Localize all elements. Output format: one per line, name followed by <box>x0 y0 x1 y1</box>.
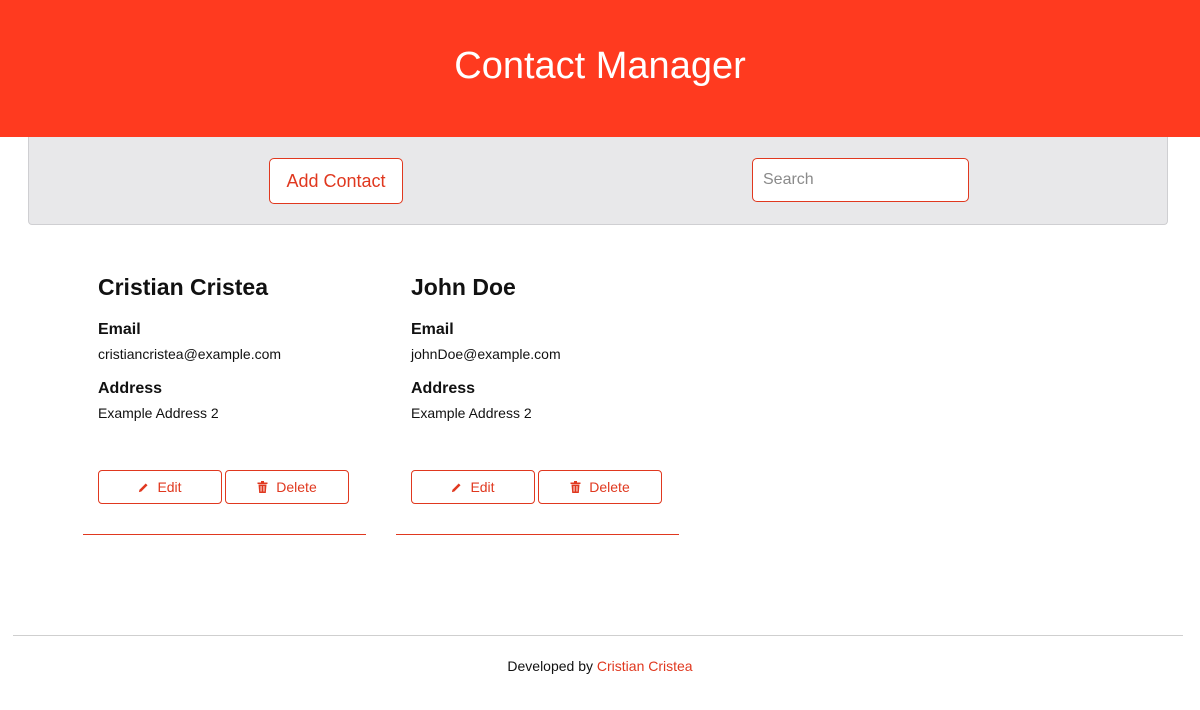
contact-list: Cristian Cristea Email cristiancristea@e… <box>0 0 1200 600</box>
address-label: Address <box>411 380 476 397</box>
email-label: Email <box>411 321 454 338</box>
email-label: Email <box>98 321 141 338</box>
card-actions: Edit Delete <box>411 470 663 504</box>
edit-button[interactable]: Edit <box>98 470 222 504</box>
edit-label: Edit <box>470 479 495 495</box>
email-value: johnDoe@example.com <box>411 346 561 362</box>
card-actions: Edit Delete <box>98 470 350 504</box>
contact-name: John Doe <box>411 274 516 300</box>
address-value: Example Address 2 <box>411 405 532 421</box>
contact-card: John Doe Email johnDoe@example.com Addre… <box>396 262 679 535</box>
pencil-icon <box>139 482 148 492</box>
delete-button[interactable]: Delete <box>225 470 349 504</box>
delete-label: Delete <box>589 479 630 495</box>
contact-name: Cristian Cristea <box>98 274 269 300</box>
trash-icon <box>257 481 268 493</box>
contact-card: Cristian Cristea Email cristiancristea@e… <box>83 262 366 535</box>
footer-prefix: Developed by <box>507 658 594 674</box>
delete-label: Delete <box>276 479 317 495</box>
email-value: cristiancristea@example.com <box>98 346 282 362</box>
address-label: Address <box>98 380 163 397</box>
footer: Developed by Cristian Cristea <box>0 658 1200 674</box>
edit-label: Edit <box>157 479 182 495</box>
footer-divider <box>13 635 1183 636</box>
author-link[interactable]: Cristian Cristea <box>597 658 693 674</box>
pencil-icon <box>452 482 461 492</box>
delete-button[interactable]: Delete <box>538 470 662 504</box>
address-value: Example Address 2 <box>98 405 219 421</box>
trash-icon <box>570 481 581 493</box>
edit-button[interactable]: Edit <box>411 470 535 504</box>
